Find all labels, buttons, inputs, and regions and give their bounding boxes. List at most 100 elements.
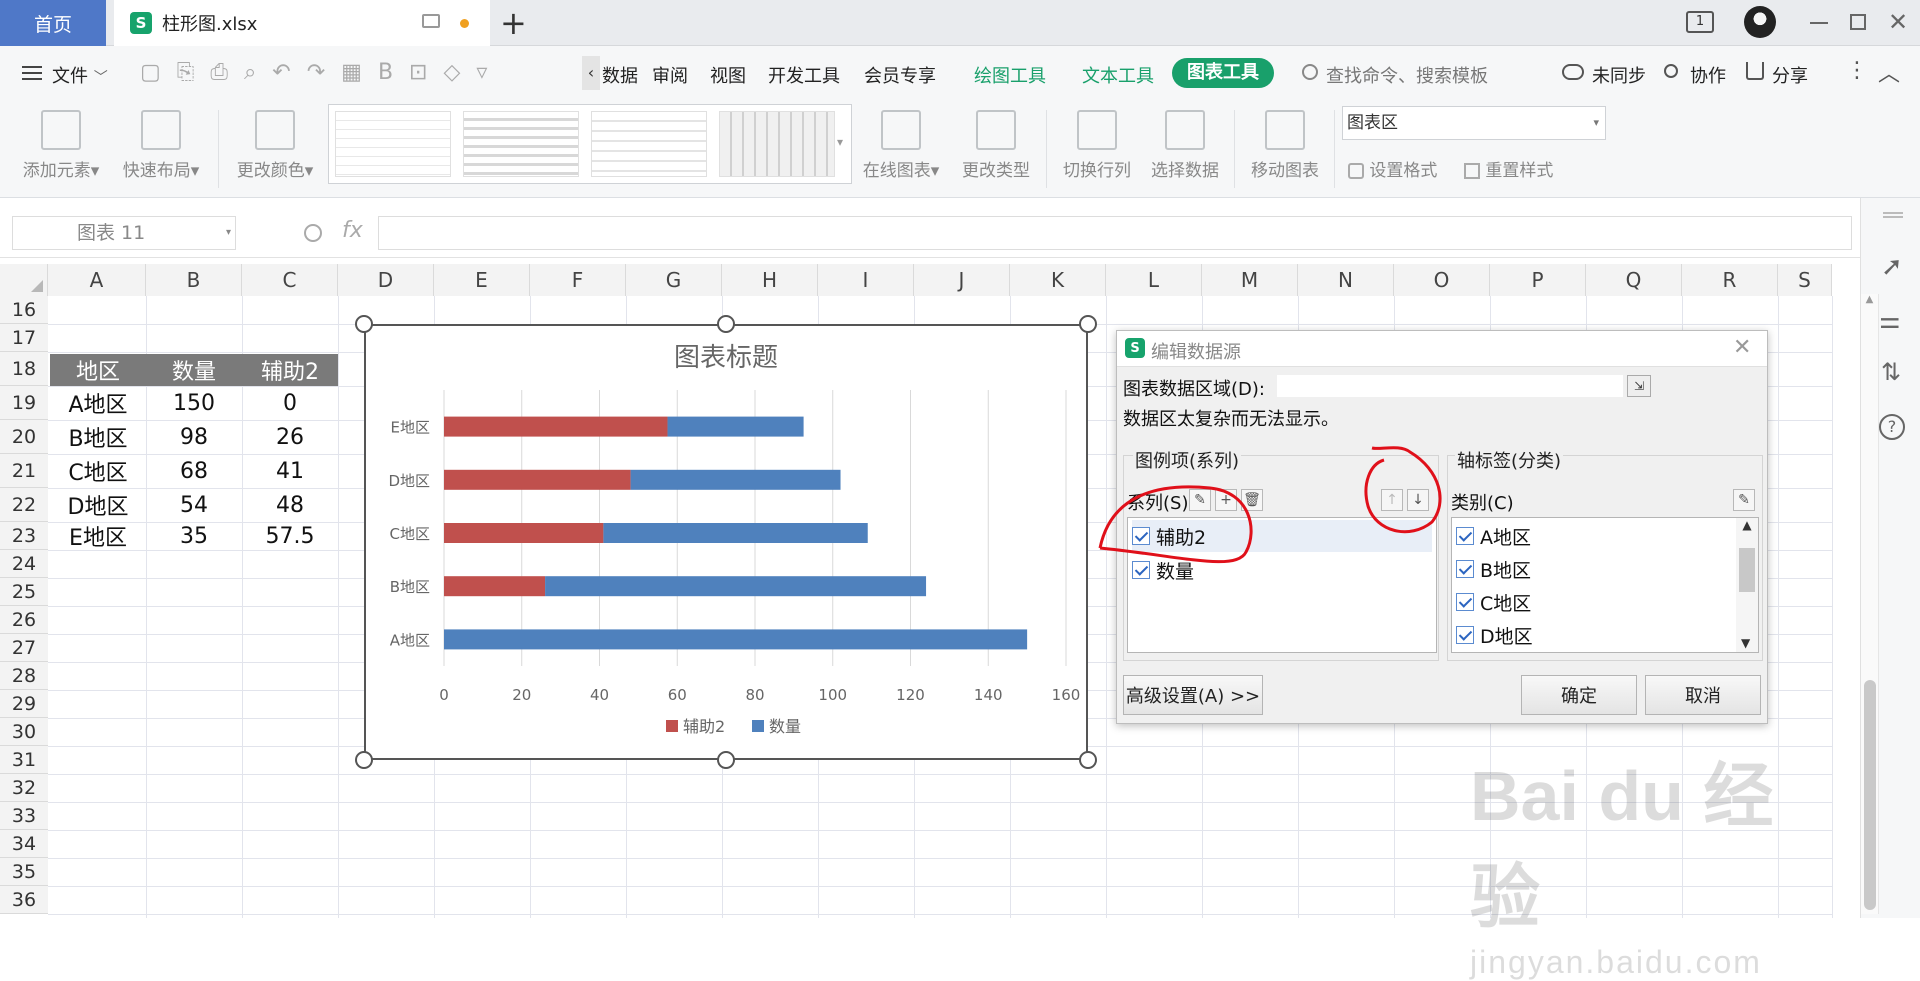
- table-cell[interactable]: E地区: [50, 522, 146, 551]
- delete-series-icon[interactable]: 🗑: [1241, 489, 1263, 511]
- chart-handle-tl[interactable]: [355, 315, 373, 333]
- table-header-cell[interactable]: 数量: [146, 354, 242, 386]
- new-tab-button[interactable]: +: [500, 4, 527, 42]
- tab-data[interactable]: 数据: [602, 62, 638, 88]
- chart-style-1[interactable]: [335, 111, 451, 177]
- cancel-button[interactable]: 取消: [1645, 675, 1761, 715]
- minimize-icon[interactable]: [1810, 22, 1828, 24]
- chart-handle-tr[interactable]: [1079, 315, 1097, 333]
- table-cell[interactable]: 0: [242, 386, 338, 420]
- table-cell[interactable]: C地区: [50, 454, 146, 488]
- list-item[interactable]: B地区: [1456, 553, 1531, 585]
- settings-sliders-icon[interactable]: ⚌: [1879, 306, 1901, 334]
- edit-category-icon[interactable]: ✎: [1733, 489, 1755, 511]
- row-header[interactable]: 29: [0, 690, 48, 718]
- chart-style-gallery[interactable]: ▾: [328, 104, 852, 184]
- more-icon[interactable]: ⋮: [1846, 58, 1868, 83]
- column-header[interactable]: J: [914, 264, 1010, 296]
- row-header[interactable]: 27: [0, 634, 48, 662]
- restore-icon[interactable]: [1850, 14, 1866, 30]
- quick-layout-button[interactable]: 快速布局▾: [118, 110, 204, 181]
- table-cell[interactable]: 41: [242, 454, 338, 488]
- column-header[interactable]: E: [434, 264, 530, 296]
- row-header[interactable]: 25: [0, 578, 48, 606]
- column-header[interactable]: A: [48, 264, 146, 296]
- set-format-button[interactable]: 设置格式: [1348, 156, 1437, 181]
- zoom-icon[interactable]: [304, 224, 322, 242]
- table-cell[interactable]: 35: [146, 522, 242, 550]
- sync-status[interactable]: 未同步: [1592, 62, 1646, 88]
- row-header[interactable]: 33: [0, 802, 48, 830]
- scroll-up-icon[interactable]: ▲: [1736, 518, 1758, 532]
- row-header[interactable]: 30: [0, 718, 48, 746]
- range-picker-icon[interactable]: ⇲: [1627, 375, 1651, 397]
- close-icon[interactable]: ✕: [1888, 8, 1908, 36]
- column-header[interactable]: H: [722, 264, 818, 296]
- chart[interactable]: 图表标题 0 20 40 60 80 100 120 140 160 A地区 B地区 C地区 D地区 E地区…: [364, 324, 1088, 760]
- tab-chart-tools[interactable]: 图表工具: [1172, 58, 1274, 88]
- table-cell[interactable]: 68: [146, 454, 242, 488]
- collapse-ribbon-icon[interactable]: ︿: [1878, 56, 1900, 88]
- tab-member[interactable]: 会员专享: [864, 62, 936, 88]
- scroll-thumb[interactable]: [1739, 548, 1755, 592]
- category-scrollbar[interactable]: ▲ ▼: [1736, 518, 1758, 652]
- file-menu[interactable]: 文件 ﹀: [52, 62, 108, 88]
- row-header[interactable]: 36: [0, 886, 48, 914]
- column-header[interactable]: L: [1106, 264, 1202, 296]
- edit-series-icon[interactable]: ✎: [1189, 489, 1211, 511]
- column-header[interactable]: P: [1490, 264, 1586, 296]
- table-cell[interactable]: 54: [146, 488, 242, 522]
- help-icon[interactable]: ?: [1879, 414, 1905, 440]
- table-cell[interactable]: D地区: [50, 488, 146, 522]
- chart-style-3[interactable]: [591, 111, 707, 177]
- drag-icon[interactable]: [1883, 212, 1903, 218]
- table-cell[interactable]: 26: [242, 420, 338, 454]
- monitor-icon[interactable]: [422, 14, 440, 28]
- tab-developer[interactable]: 开发工具: [768, 62, 840, 88]
- column-header[interactable]: N: [1298, 264, 1394, 296]
- table-cell[interactable]: 98: [146, 420, 242, 454]
- reset-style-button[interactable]: 重置样式: [1464, 156, 1553, 181]
- column-header[interactable]: D: [338, 264, 434, 296]
- column-header[interactable]: I: [818, 264, 914, 296]
- change-color-button[interactable]: 更改颜色▾: [232, 110, 318, 181]
- table-cell[interactable]: 150: [146, 386, 242, 420]
- column-header[interactable]: R: [1682, 264, 1778, 296]
- gallery-more-icon[interactable]: ▾: [837, 135, 843, 149]
- tab-drawing-tools[interactable]: 绘图工具: [974, 62, 1046, 88]
- move-up-icon[interactable]: ↑: [1381, 489, 1403, 511]
- tab-text-tools[interactable]: 文本工具: [1082, 62, 1154, 88]
- list-item[interactable]: D地区: [1456, 619, 1533, 651]
- checkbox[interactable]: [1456, 626, 1474, 644]
- tab-file[interactable]: S 柱形图.xlsx: [114, 0, 490, 46]
- row-header[interactable]: 19: [0, 386, 48, 420]
- chart-handle-br[interactable]: [1079, 751, 1097, 769]
- row-header[interactable]: 35: [0, 858, 48, 886]
- cloud-icon[interactable]: [1562, 64, 1584, 80]
- column-header[interactable]: S: [1778, 264, 1832, 296]
- checkbox[interactable]: [1456, 527, 1474, 545]
- tabs-scroll-left-icon[interactable]: ‹: [582, 56, 600, 90]
- scroll-down-icon[interactable]: ▼: [1741, 636, 1750, 650]
- row-header[interactable]: 24: [0, 550, 48, 578]
- tab-review[interactable]: 审阅: [652, 62, 688, 88]
- list-item[interactable]: 辅助2: [1132, 520, 1432, 552]
- move-chart-button[interactable]: 移动图表: [1242, 110, 1328, 181]
- vertical-scrollbar[interactable]: ▲: [1861, 294, 1879, 914]
- column-header[interactable]: G: [626, 264, 722, 296]
- share-button[interactable]: 分享: [1772, 62, 1808, 88]
- table-header-cell[interactable]: 辅助2: [242, 354, 338, 386]
- tab-view[interactable]: 视图: [710, 62, 746, 88]
- chart-handle-tm[interactable]: [717, 315, 735, 333]
- tab-home[interactable]: 首页: [0, 0, 106, 46]
- row-header[interactable]: 34: [0, 830, 48, 858]
- row-header[interactable]: 32: [0, 774, 48, 802]
- select-data-button[interactable]: 选择数据: [1142, 110, 1228, 181]
- scroll-up-icon[interactable]: ▲: [1861, 294, 1878, 305]
- column-header[interactable]: O: [1394, 264, 1490, 296]
- row-header[interactable]: 20: [0, 420, 48, 454]
- hamburger-icon[interactable]: [22, 66, 42, 80]
- formula-input[interactable]: [378, 216, 1852, 250]
- list-item[interactable]: C地区: [1456, 586, 1531, 618]
- checkbox[interactable]: [1456, 593, 1474, 611]
